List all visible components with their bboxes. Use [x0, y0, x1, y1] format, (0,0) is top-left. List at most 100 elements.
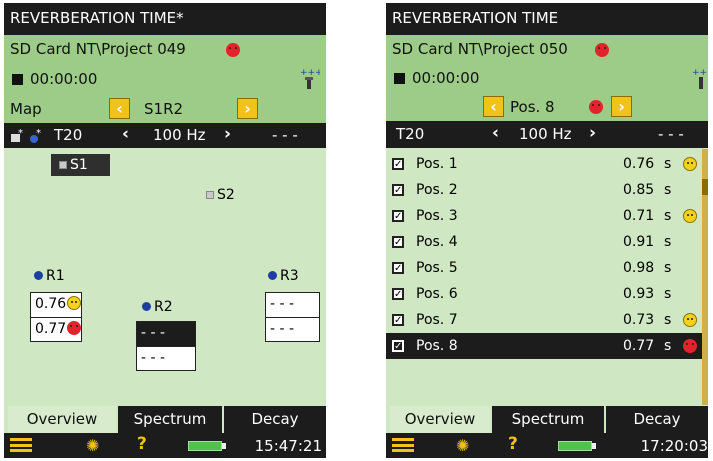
menu-icon[interactable]	[10, 438, 32, 452]
checkbox-icon[interactable]: ✓	[392, 236, 404, 248]
parameter-bar: T20 ‹ 100 Hz › - - -	[386, 121, 708, 148]
right-screen: REVERBERATION TIME SD Card NT\Project 05…	[386, 3, 708, 458]
list-item[interactable]: ✓ Pos. 2 0.85 s	[386, 177, 708, 203]
receiver-icon	[34, 271, 43, 280]
param-label[interactable]: T20	[54, 126, 82, 144]
checkbox-icon[interactable]: ✓	[392, 288, 404, 300]
source-label: S1	[70, 157, 88, 173]
svg-text:*: *	[36, 128, 41, 139]
prev-position-button[interactable]: ‹	[483, 96, 504, 117]
next-position-button[interactable]: ›	[611, 96, 632, 117]
row-name: Pos. 4	[416, 234, 458, 250]
dashes-value: - - -	[272, 126, 298, 144]
prev-position-button[interactable]: ‹	[109, 98, 130, 119]
transducer-icon[interactable]: +++	[300, 67, 320, 91]
dashes-value: - - -	[658, 125, 684, 143]
chevron-left-icon: ‹	[490, 97, 497, 116]
receiver-icon	[142, 302, 151, 311]
list-item[interactable]: ✓ Pos. 4 0.91 s	[386, 229, 708, 255]
checkbox-icon[interactable]: ✓	[392, 340, 404, 352]
row-name: Pos. 3	[416, 208, 458, 224]
tab-spectrum[interactable]: Spectrum	[118, 406, 222, 433]
value-cell: - - -	[266, 317, 319, 341]
row-unit: s	[664, 182, 672, 198]
row-name: Pos. 6	[416, 286, 458, 302]
next-position-button[interactable]: ›	[237, 98, 258, 119]
brightness-icon[interactable]: ✺	[86, 436, 99, 455]
checkbox-icon[interactable]: ✓	[392, 184, 404, 196]
checkbox-icon[interactable]: ✓	[392, 210, 404, 222]
help-icon[interactable]: ?	[508, 434, 518, 454]
tab-overview[interactable]: Overview	[8, 406, 116, 433]
app-title: REVERBERATION TIME*	[10, 9, 184, 27]
project-path: SD Card NT\Project 049	[10, 40, 186, 58]
checkbox-icon[interactable]: ✓	[392, 158, 404, 170]
chevron-left-icon[interactable]: ‹	[122, 124, 129, 144]
receiver-r3[interactable]: R3	[268, 268, 299, 284]
row-unit: s	[664, 208, 672, 224]
param-label[interactable]: T20	[396, 125, 424, 143]
scrollbar-thumb[interactable]	[702, 179, 708, 195]
receiver-r3-values[interactable]: - - - - - -	[265, 292, 320, 342]
list-item[interactable]: ✓ Pos. 7 0.73 s	[386, 307, 708, 333]
smiley-happy-icon	[683, 157, 697, 171]
receiver-r1[interactable]: R1	[34, 268, 65, 284]
title-bar: REVERBERATION TIME	[386, 3, 708, 35]
row-name: Pos. 1	[416, 156, 458, 172]
position-bar: ‹ Pos. 8 ›	[386, 92, 708, 121]
receiver-label: R3	[280, 268, 299, 284]
scrollbar[interactable]	[702, 149, 708, 405]
tab-overview[interactable]: Overview	[390, 406, 490, 433]
smiley-sad-icon	[683, 339, 697, 353]
smiley-sad-icon	[595, 43, 609, 57]
receiver-r1-values[interactable]: 0.76 0.77	[30, 292, 82, 342]
stop-icon[interactable]	[12, 74, 23, 85]
tab-decay[interactable]: Decay	[606, 406, 708, 433]
project-bar[interactable]: SD Card NT\Project 050	[386, 35, 708, 63]
parameter-bar: * * T20 ‹ 100 Hz › - - -	[4, 123, 326, 148]
chevron-right-icon[interactable]: ›	[224, 124, 231, 144]
row-unit: s	[664, 338, 672, 354]
checkbox-icon[interactable]: ✓	[392, 262, 404, 274]
row-value: 0.98	[623, 260, 655, 276]
transducer-icon[interactable]: ++	[692, 67, 708, 91]
battery-icon[interactable]	[558, 441, 596, 451]
position-label: S1R2	[144, 100, 184, 118]
title-bar: REVERBERATION TIME*	[4, 3, 326, 35]
timer-bar: 00:00:00 +++	[4, 63, 326, 94]
source-s1[interactable]: S1	[51, 154, 110, 176]
map-tools-icon[interactable]: * *	[10, 127, 50, 145]
value-cell: - - -	[137, 346, 195, 370]
row-name: Pos. 8	[416, 338, 458, 354]
chevron-left-icon[interactable]: ‹	[492, 123, 499, 143]
receiver-r2[interactable]: R2	[142, 299, 173, 315]
brightness-icon[interactable]: ✺	[456, 436, 469, 455]
menu-icon[interactable]	[392, 438, 414, 452]
list-item[interactable]: ✓ Pos. 3 0.71 s	[386, 203, 708, 229]
list-item[interactable]: ✓ Pos. 6 0.93 s	[386, 281, 708, 307]
list-item-selected[interactable]: ✓ Pos. 8 0.77 s	[386, 333, 702, 359]
row-name: Pos. 7	[416, 312, 458, 328]
frequency-label: 100 Hz	[153, 126, 206, 144]
source-s2[interactable]: S2	[206, 187, 235, 203]
list-item[interactable]: ✓ Pos. 1 0.76 s	[386, 151, 708, 177]
value-cell-selected: - - -	[137, 322, 195, 346]
timer-bar: 00:00:00 ++	[386, 63, 708, 92]
battery-icon[interactable]	[188, 441, 226, 451]
map-label: Map	[10, 100, 42, 118]
smiley-sad-icon	[226, 43, 240, 57]
help-icon[interactable]: ?	[137, 434, 147, 454]
receiver-label: R2	[154, 299, 173, 315]
svg-text:++: ++	[692, 68, 707, 78]
row-value: 0.85	[623, 182, 655, 198]
row-value: 0.93	[623, 286, 655, 302]
stop-icon[interactable]	[394, 73, 405, 84]
tab-bar: Overview Spectrum Decay	[386, 406, 708, 433]
receiver-r2-values[interactable]: - - - - - -	[136, 321, 196, 371]
list-item[interactable]: ✓ Pos. 5 0.98 s	[386, 255, 708, 281]
tab-decay[interactable]: Decay	[224, 406, 326, 433]
project-bar[interactable]: SD Card NT\Project 049	[4, 35, 326, 63]
tab-spectrum[interactable]: Spectrum	[492, 406, 604, 433]
checkbox-icon[interactable]: ✓	[392, 314, 404, 326]
chevron-right-icon[interactable]: ›	[589, 123, 596, 143]
